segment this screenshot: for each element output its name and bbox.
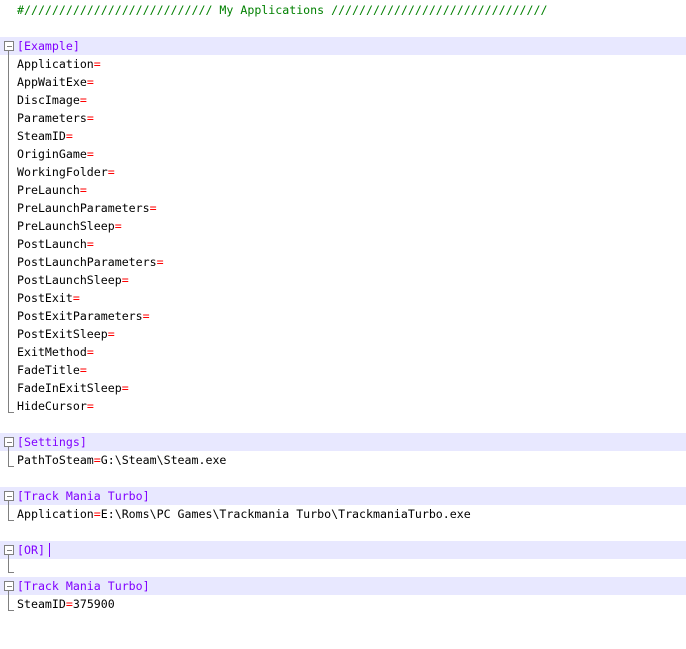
ini-key: PathToSteam <box>17 453 94 467</box>
code-line[interactable]: PathToSteam=G:\Steam\Steam.exe <box>0 451 686 469</box>
ini-value: G:\Steam\Steam.exe <box>100 453 227 467</box>
fold-collapse-icon[interactable] <box>4 491 14 501</box>
equals-sign: = <box>93 57 101 71</box>
equals-sign: = <box>142 309 150 323</box>
ini-key: Application <box>17 507 94 521</box>
ini-key: PostExitParameters <box>17 309 143 323</box>
code-line[interactable]: PostLaunchSleep= <box>0 271 686 289</box>
code-line[interactable]: Application=E:\Roms\PC Games\Trackmania … <box>0 505 686 523</box>
ini-key: PostExitSleep <box>17 327 108 341</box>
fold-end-marker <box>8 572 14 573</box>
ini-value: E:\Roms\PC Games\Trackmania Turbo\Trackm… <box>100 507 471 521</box>
ini-key: Application <box>17 57 94 71</box>
equals-sign: = <box>156 255 164 269</box>
ini-key: ExitMethod <box>17 345 87 359</box>
fold-collapse-icon[interactable] <box>4 41 14 51</box>
ini-key: WorkingFolder <box>17 165 108 179</box>
equals-sign: = <box>79 183 87 197</box>
section-header: [Settings] <box>17 435 87 449</box>
equals-sign: = <box>86 237 94 251</box>
equals-sign: = <box>107 165 115 179</box>
section-header: [Example] <box>17 39 80 53</box>
section-header: [Track Mania Turbo] <box>17 579 150 593</box>
equals-sign: = <box>79 93 87 107</box>
ini-value: 375900 <box>72 597 115 611</box>
comment-line[interactable]: #/////////////////////////// My Applicat… <box>0 1 686 19</box>
code-line[interactable]: SteamID=375900 <box>0 595 686 613</box>
equals-sign: = <box>121 273 129 287</box>
ini-key: PostExit <box>17 291 73 305</box>
comment-text: #/////////////////////////// My Applicat… <box>17 3 548 17</box>
ini-key: OriginGame <box>17 147 87 161</box>
ini-key: PostLaunchSleep <box>17 273 122 287</box>
equals-sign: = <box>65 129 73 143</box>
equals-sign: = <box>86 75 94 89</box>
code-line[interactable]: FadeInExitSleep= <box>0 379 686 397</box>
fold-collapse-icon[interactable] <box>4 581 14 591</box>
equals-sign: = <box>121 381 129 395</box>
section-header: [Track Mania Turbo] <box>17 489 150 503</box>
text-editor[interactable]: #/////////////////////////// My Applicat… <box>0 0 686 619</box>
equals-sign: = <box>86 147 94 161</box>
code-line[interactable]: DiscImage= <box>0 91 686 109</box>
fold-collapse-icon[interactable] <box>4 437 14 447</box>
code-line[interactable]: HideCursor= <box>0 397 686 415</box>
equals-sign: = <box>114 219 122 233</box>
ini-key: Parameters <box>17 111 87 125</box>
code-line[interactable]: PostLaunchParameters= <box>0 253 686 271</box>
code-line[interactable]: PreLaunchSleep= <box>0 217 686 235</box>
ini-key: HideCursor <box>17 399 87 413</box>
equals-sign: = <box>86 345 94 359</box>
code-line[interactable]: PostExit= <box>0 289 686 307</box>
code-line[interactable]: PreLaunchParameters= <box>0 199 686 217</box>
section-header-line[interactable]: [Track Mania Turbo] <box>0 487 686 505</box>
equals-sign: = <box>149 201 157 215</box>
ini-key: AppWaitExe <box>17 75 87 89</box>
equals-sign: = <box>86 399 94 413</box>
code-line[interactable]: AppWaitExe= <box>0 73 686 91</box>
equals-sign: = <box>79 363 87 377</box>
equals-sign: = <box>93 507 101 521</box>
equals-sign: = <box>107 327 115 341</box>
ini-key: PostLaunch <box>17 237 87 251</box>
ini-key: SteamID <box>17 597 66 611</box>
section-header-line-current[interactable]: [OR] <box>0 541 686 559</box>
ini-key: PreLaunchParameters <box>17 201 150 215</box>
code-line[interactable]: PostExitSleep= <box>0 325 686 343</box>
fold-guide-line <box>8 554 9 572</box>
ini-key: SteamID <box>17 129 66 143</box>
ini-key: PreLaunch <box>17 183 80 197</box>
equals-sign: = <box>86 111 94 125</box>
code-line[interactable]: Application= <box>0 55 686 73</box>
code-line[interactable]: OriginGame= <box>0 145 686 163</box>
code-line[interactable]: Parameters= <box>0 109 686 127</box>
section-header: [OR] <box>17 543 45 557</box>
ini-key: FadeInExitSleep <box>17 381 122 395</box>
section-header-line[interactable]: [Example] <box>0 37 686 55</box>
ini-key: DiscImage <box>17 93 80 107</box>
ini-key: PostLaunchParameters <box>17 255 157 269</box>
code-line[interactable]: ExitMethod= <box>0 343 686 361</box>
code-line[interactable]: PostLaunch= <box>0 235 686 253</box>
code-line[interactable]: WorkingFolder= <box>0 163 686 181</box>
ini-key: PreLaunchSleep <box>17 219 115 233</box>
fold-collapse-icon[interactable] <box>4 545 14 555</box>
text-cursor <box>49 543 50 557</box>
section-header-line[interactable]: [Settings] <box>0 433 686 451</box>
equals-sign: = <box>93 453 101 467</box>
code-line[interactable]: SteamID= <box>0 127 686 145</box>
ini-key: FadeTitle <box>17 363 80 377</box>
code-line[interactable]: PreLaunch= <box>0 181 686 199</box>
equals-sign: = <box>72 291 80 305</box>
section-header-line[interactable]: [Track Mania Turbo] <box>0 577 686 595</box>
code-line[interactable]: PostExitParameters= <box>0 307 686 325</box>
equals-sign: = <box>65 597 73 611</box>
code-line[interactable]: FadeTitle= <box>0 361 686 379</box>
